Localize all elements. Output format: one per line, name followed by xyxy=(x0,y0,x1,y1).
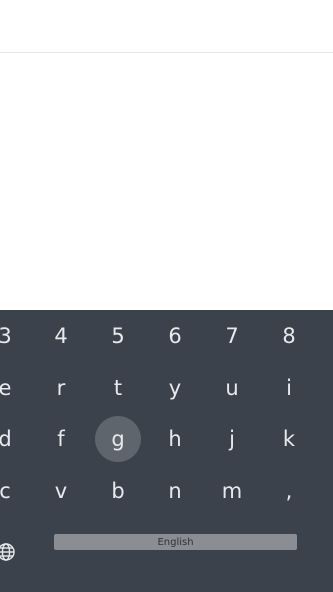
key-d[interactable]: d xyxy=(0,416,28,462)
key-e[interactable]: e xyxy=(0,365,28,411)
key-b[interactable]: b xyxy=(95,468,141,514)
key-c[interactable]: c xyxy=(0,468,28,514)
key-8[interactable]: 8 xyxy=(266,313,312,359)
content-area xyxy=(0,53,333,310)
keyboard-row-bottom-letters: c v b n m , xyxy=(0,468,333,516)
key-h[interactable]: h xyxy=(152,416,198,462)
key-comma[interactable]: , xyxy=(266,468,312,514)
key-n[interactable]: n xyxy=(152,468,198,514)
keyboard-row-numbers: 3 4 5 6 7 8 xyxy=(0,313,333,361)
keyboard-row-home-letters: d f g h j k xyxy=(0,416,333,464)
key-v[interactable]: v xyxy=(38,468,84,514)
key-4[interactable]: 4 xyxy=(38,313,84,359)
key-r[interactable]: r xyxy=(38,365,84,411)
spacebar-language-label: English xyxy=(157,536,194,548)
key-g-pressed[interactable]: g xyxy=(95,416,141,462)
key-j[interactable]: j xyxy=(209,416,255,462)
key-3[interactable]: 3 xyxy=(0,313,28,359)
key-7[interactable]: 7 xyxy=(209,313,255,359)
spacebar[interactable]: English xyxy=(54,534,297,550)
top-bar xyxy=(0,0,333,52)
key-i[interactable]: i xyxy=(266,365,312,411)
key-t[interactable]: t xyxy=(95,365,141,411)
key-f[interactable]: f xyxy=(38,416,84,462)
key-m[interactable]: m xyxy=(209,468,255,514)
globe-icon[interactable] xyxy=(0,542,16,562)
key-6[interactable]: 6 xyxy=(152,313,198,359)
keyboard-row-top-letters: e r t y u i xyxy=(0,365,333,413)
key-u[interactable]: u xyxy=(209,365,255,411)
key-k[interactable]: k xyxy=(266,416,312,462)
key-y[interactable]: y xyxy=(152,365,198,411)
key-5[interactable]: 5 xyxy=(95,313,141,359)
